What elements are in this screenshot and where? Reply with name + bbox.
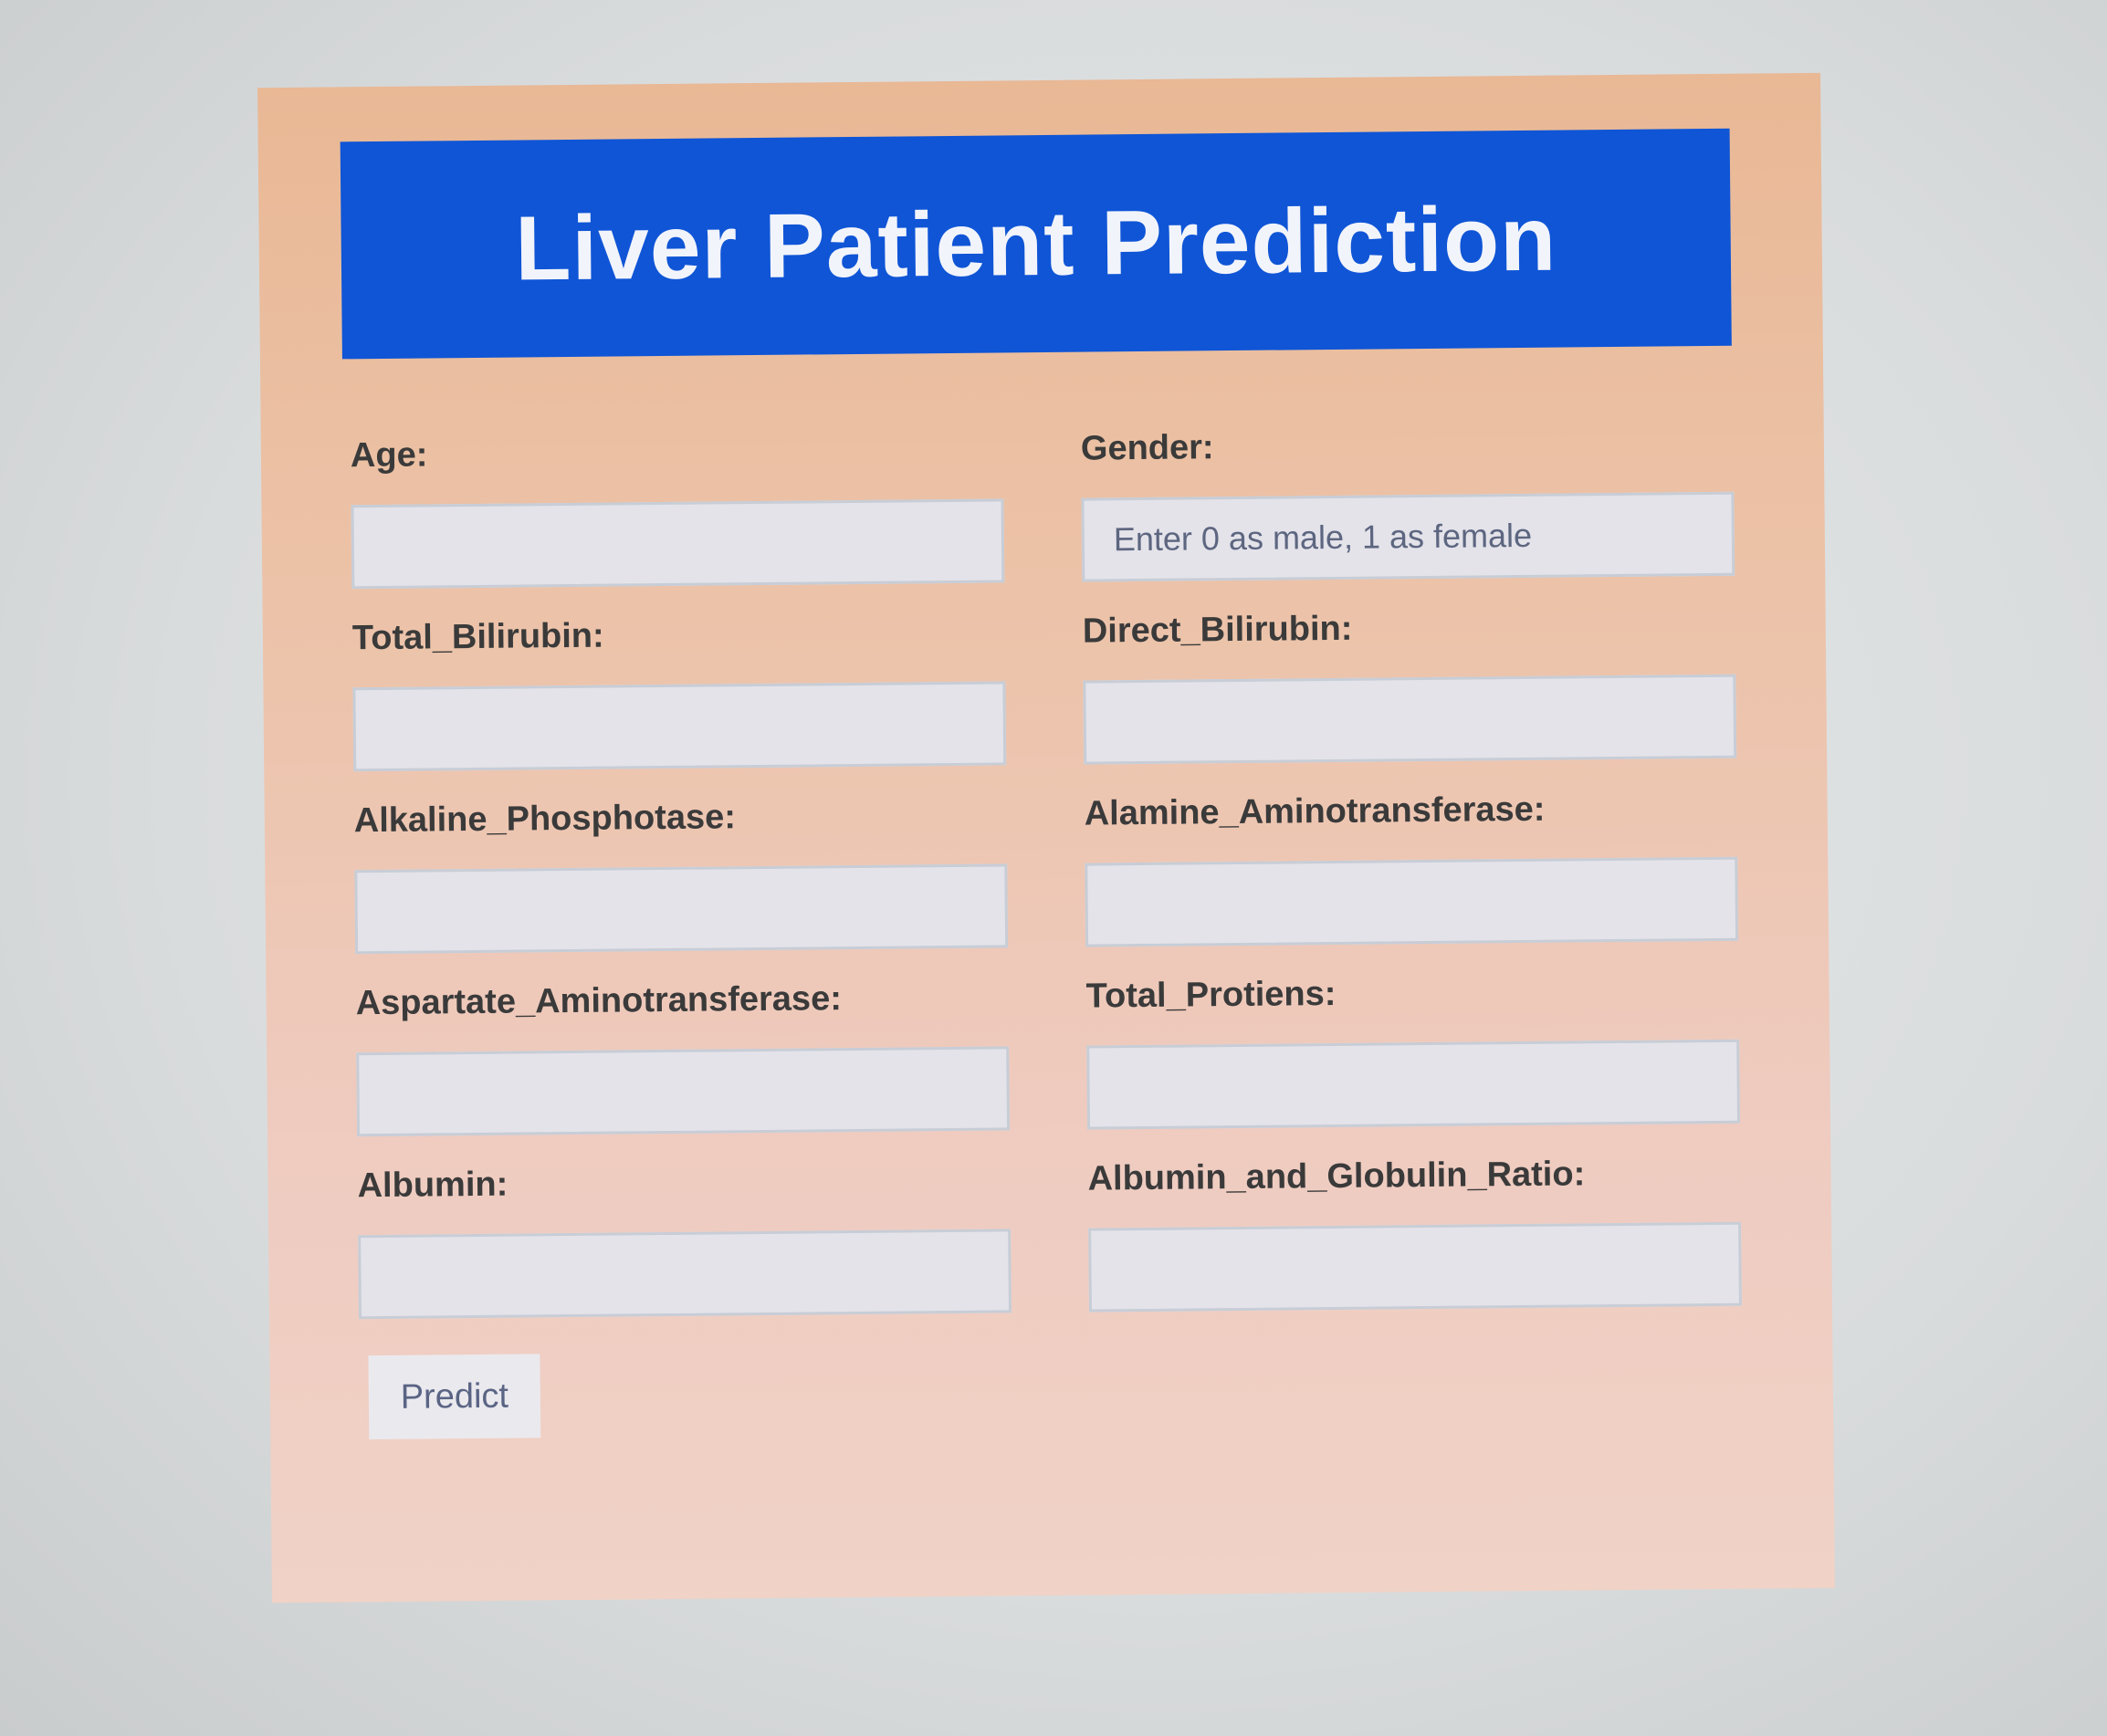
alkaline-phosphotase-input[interactable] [354,863,1009,955]
total-bilirubin-label: Total_Bilirubin: [351,616,604,658]
alamine-aminotransferase-field-group: Alamine_Aminotransferase: [1085,786,1739,947]
age-input[interactable] [351,498,1005,590]
alkaline-phosphotase-field-group: Alkaline_Phosphotase: [353,792,1009,955]
albumin-globulin-ratio-field-group: Albumin_and_Globulin_Ratio: [1087,1151,1742,1312]
aspartate-aminotransferase-label: Aspartate_Aminotransferase: [355,979,843,1023]
gender-input[interactable] [1081,491,1735,582]
albumin-globulin-ratio-label: Albumin_and_Globulin_Ratio: [1087,1155,1586,1198]
gender-label: Gender: [1080,428,1214,468]
age-field-group: Age: [350,427,1005,590]
page-title: Liver Patient Prediction [514,187,1557,300]
albumin-label: Albumin: [357,1165,508,1206]
direct-bilirubin-label: Direct_Bilirubin: [1082,609,1353,651]
alamine-aminotransferase-label: Alamine_Aminotransferase: [1084,790,1546,833]
albumin-input[interactable] [358,1229,1012,1320]
aspartate-aminotransferase-field-group: Aspartate_Aminotransferase: [355,975,1011,1137]
age-label: Age: [350,435,428,476]
gender-field-group: Gender: [1081,421,1735,582]
aspartate-aminotransferase-input[interactable] [356,1046,1011,1137]
total-protiens-field-group: Total_Protiens: [1085,968,1741,1130]
total-bilirubin-input[interactable] [352,681,1007,772]
total-protiens-input[interactable] [1086,1039,1741,1130]
total-protiens-label: Total_Protiens: [1085,974,1337,1016]
total-bilirubin-field-group: Total_Bilirubin: [351,610,1007,772]
predict-button[interactable]: Predict [368,1354,541,1440]
albumin-field-group: Albumin: [357,1157,1012,1320]
albumin-globulin-ratio-input[interactable] [1088,1221,1742,1312]
direct-bilirubin-field-group: Direct_Bilirubin: [1083,603,1737,765]
direct-bilirubin-input[interactable] [1083,674,1737,765]
alamine-aminotransferase-input[interactable] [1085,856,1739,947]
page-header: Liver Patient Prediction [340,128,1732,360]
alkaline-phosphotase-label: Alkaline_Phosphotase: [353,798,737,841]
form-panel: Liver Patient Prediction Age: Gender: To… [257,72,1835,1604]
